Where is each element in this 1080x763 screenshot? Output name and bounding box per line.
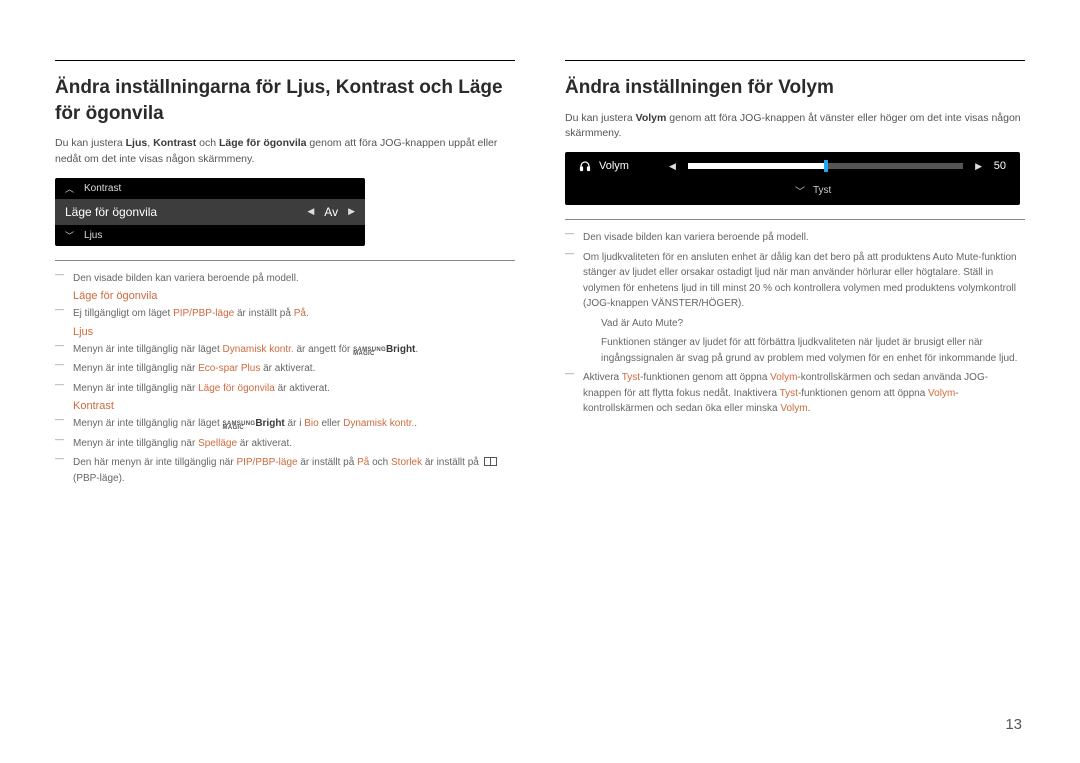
osd-top-label: Kontrast — [84, 183, 121, 194]
triangle-left-icon: ◀ — [669, 161, 676, 172]
note-kon-2: Menyn är inte tillgänglig när Spelläge ä… — [55, 436, 515, 452]
osd-row-top: ︿ Kontrast — [55, 178, 365, 199]
chevron-down-icon: ﹀ — [65, 229, 74, 242]
osd-volume-label: Volym — [599, 160, 629, 172]
osd-volume: Volym ◀ ▶ 50 ﹀ Tyst — [565, 152, 1020, 205]
note-automute-ans: Funktionen stänger av ljudet för att för… — [565, 335, 1025, 366]
note-automute: Om ljudkvaliteten för en ansluten enhet … — [565, 250, 1025, 312]
rule-top-right — [565, 60, 1025, 61]
osd-mid-value: Av — [324, 205, 338, 219]
note-kon-3: Den här menyn är inte tillgänglig när PI… — [55, 455, 515, 486]
osd-row-mid: Läge för ögonvila ◀ Av ▶ — [55, 199, 365, 225]
chevron-up-icon: ︿ — [65, 182, 74, 195]
note-mute-activate: Aktivera Tyst-funktionen genom att öppna… — [565, 370, 1025, 417]
triangle-left-icon: ◀ — [307, 206, 314, 217]
headphone-icon — [579, 160, 591, 172]
slider-thumb — [824, 160, 828, 172]
samsung-magic-icon: SAMSUNGMAGIC — [223, 422, 256, 430]
intro-right: Du kan justera Volym genom att föra JOG-… — [565, 111, 1025, 143]
osd-mid-label: Läge för ögonvila — [65, 205, 157, 219]
subhead-eye: Läge för ögonvila — [73, 290, 515, 302]
note-kon-1: Menyn är inte tillgänglig när läget SAMS… — [55, 416, 515, 432]
rule-top-left — [55, 60, 515, 61]
slider-track — [688, 163, 963, 169]
osd-mute-label: Tyst — [813, 185, 831, 196]
samsung-magic-icon: SAMSUNGMAGIC — [353, 348, 386, 356]
osd-row-bottom: ﹀ Ljus — [55, 225, 365, 246]
rule-thin-left — [55, 260, 515, 261]
note-eye-1: Ej tillgängligt om läget PIP/PBP-läge är… — [55, 306, 515, 322]
note-model-vary-right: Den visade bilden kan variera beroende p… — [565, 230, 1025, 246]
subhead-kontrast: Kontrast — [73, 400, 515, 412]
triangle-right-icon: ▶ — [348, 206, 355, 217]
note-ljus-2: Menyn är inte tillgänglig när Eco-spar P… — [55, 361, 515, 377]
osd-eye-saver: ︿ Kontrast Läge för ögonvila ◀ Av ▶ ﹀ Lj… — [55, 178, 365, 246]
triangle-right-icon: ▶ — [975, 161, 982, 172]
note-ljus-1: Menyn är inte tillgänglig när läget Dyna… — [55, 342, 515, 358]
rule-thin-right — [565, 219, 1025, 220]
intro-left: Du kan justera Ljus, Kontrast och Läge f… — [55, 136, 515, 168]
page-number: 13 — [1005, 716, 1022, 733]
heading-left: Ändra inställningarna för Ljus, Kontrast… — [55, 75, 515, 126]
subhead-ljus: Ljus — [73, 326, 515, 338]
pbp-icon — [484, 457, 497, 466]
heading-right: Ändra inställningen för Volym — [565, 75, 1025, 101]
note-automute-q: Vad är Auto Mute? — [583, 316, 1025, 332]
note-ljus-3: Menyn är inte tillgänglig när Läge för ö… — [55, 381, 515, 397]
right-column: Ändra inställningen för Volym Du kan jus… — [565, 60, 1025, 490]
note-model-vary-left: Den visade bilden kan variera beroende p… — [55, 271, 515, 287]
left-column: Ändra inställningarna för Ljus, Kontrast… — [55, 60, 515, 490]
chevron-down-icon: ﹀ — [795, 183, 805, 198]
osd-bottom-label: Ljus — [84, 230, 102, 241]
volume-slider: ◀ ▶ — [669, 161, 982, 172]
osd-volume-value: 50 — [982, 160, 1006, 172]
